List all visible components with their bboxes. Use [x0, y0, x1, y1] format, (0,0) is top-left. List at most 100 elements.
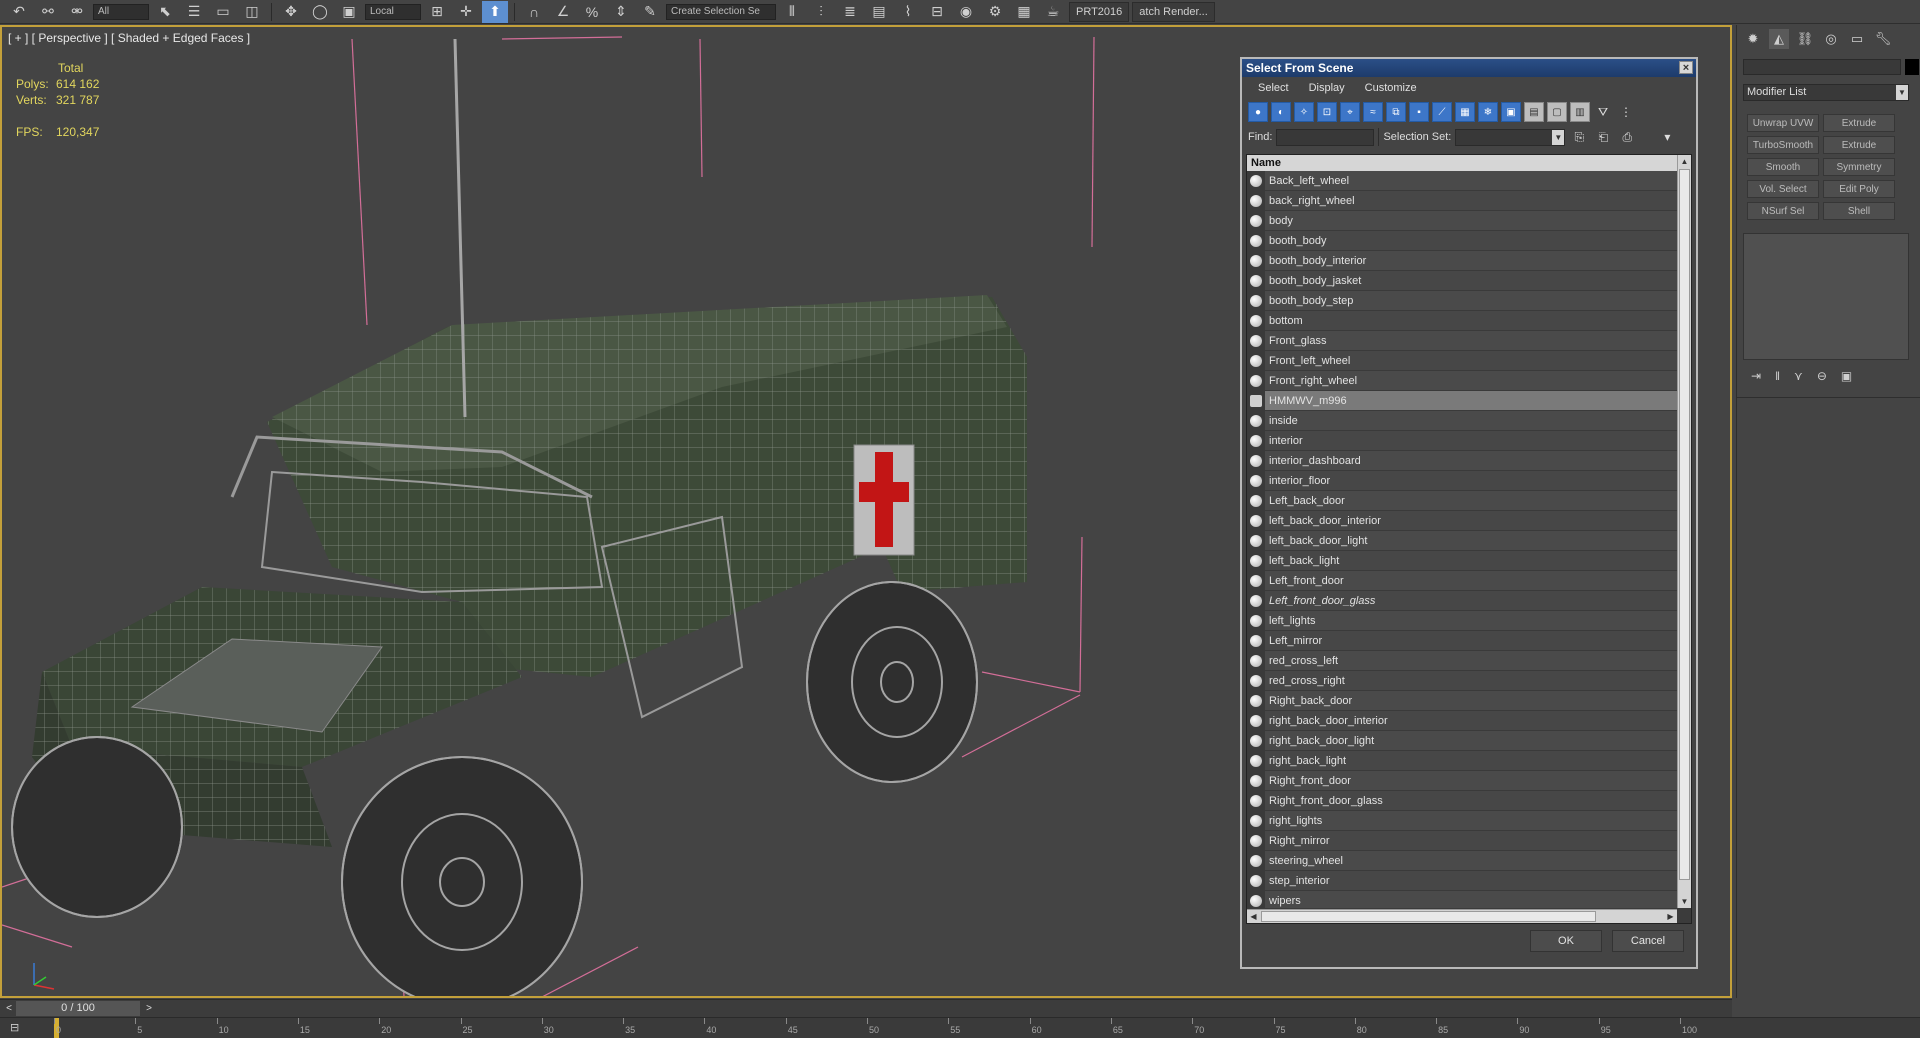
mini-curve-editor-icon[interactable]: ⊟	[10, 1021, 30, 1035]
symmetry-button[interactable]: Symmetry	[1823, 158, 1895, 176]
list-item[interactable]: Left_front_door	[1247, 570, 1677, 591]
align-icon[interactable]: ⫶	[808, 1, 834, 23]
display-hidden-icon[interactable]: ▣	[1501, 102, 1521, 122]
list-item[interactable]: booth_body_interior	[1247, 250, 1677, 271]
batch-render-button[interactable]: atch Render...	[1132, 1, 1215, 22]
list-item[interactable]: left_back_door_interior	[1247, 510, 1677, 531]
mirror-icon[interactable]: ⫴	[779, 1, 805, 23]
filter-icon[interactable]: ⛛	[1593, 102, 1613, 122]
menu-customize[interactable]: Customize	[1365, 82, 1417, 94]
list-item[interactable]: Right_front_door	[1247, 770, 1677, 791]
vertical-scrollbar[interactable]: ▲ ▼	[1677, 155, 1691, 908]
layer-manager-icon[interactable]: ≣	[837, 1, 863, 23]
modify-tab-icon[interactable]: ◭	[1769, 29, 1789, 49]
undo-icon[interactable]: ↶	[6, 1, 32, 23]
configure-sets-icon[interactable]: ▣	[1841, 369, 1852, 383]
horizontal-scrollbar[interactable]: ◀ ▶	[1247, 909, 1677, 923]
hierarchy-tab-icon[interactable]: ⛓	[1795, 29, 1815, 49]
spinner-snap-icon[interactable]: ⇕	[608, 1, 634, 23]
display-cameras-icon[interactable]: ⊡	[1317, 102, 1337, 122]
list-item[interactable]: right_back_light	[1247, 750, 1677, 771]
vol-select-button[interactable]: Vol. Select	[1747, 180, 1819, 198]
material-editor-icon[interactable]: ◉	[953, 1, 979, 23]
edit-poly-button[interactable]: Edit Poly	[1823, 180, 1895, 198]
list-item[interactable]: Back_left_wheel	[1247, 171, 1677, 191]
frame-indicator[interactable]: 0 / 100	[16, 1001, 140, 1016]
select-object-icon[interactable]: ⬉	[152, 1, 178, 23]
scale-icon[interactable]: ▣	[336, 1, 362, 23]
display-tab-icon[interactable]: ▭	[1847, 29, 1867, 49]
list-item[interactable]: Right_front_door_glass	[1247, 790, 1677, 811]
cancel-button[interactable]: Cancel	[1612, 930, 1684, 952]
options-chevron-icon[interactable]: ▾	[1657, 127, 1677, 147]
modifier-stack[interactable]	[1743, 233, 1909, 360]
selection-filter-dropdown[interactable]: All	[93, 3, 149, 20]
list-item[interactable]: left_back_light	[1247, 550, 1677, 571]
select-invert-icon[interactable]: ▥	[1570, 102, 1590, 122]
render-setup-icon[interactable]: ⚙	[982, 1, 1008, 23]
ribbon-icon[interactable]: ▤	[866, 1, 892, 23]
object-list-body[interactable]: Back_left_wheel back_right_wheel body booth…	[1247, 171, 1677, 908]
ok-button[interactable]: OK	[1530, 930, 1602, 952]
list-item[interactable]: interior_dashboard	[1247, 450, 1677, 471]
pin-stack-icon[interactable]: ⇥	[1751, 369, 1761, 383]
list-item[interactable]: booth_body	[1247, 230, 1677, 251]
object-name-field[interactable]	[1743, 59, 1901, 75]
extrude-button-2[interactable]: Extrude	[1823, 136, 1895, 154]
next-frame-button[interactable]: >	[142, 1001, 156, 1016]
make-unique-icon[interactable]: ⋎	[1794, 369, 1803, 383]
scene-object-list[interactable]: Name Back_left_wheel back_right_wheel body…	[1246, 154, 1692, 924]
scroll-up-icon[interactable]: ▲	[1678, 155, 1691, 168]
list-item[interactable]: Front_glass	[1247, 330, 1677, 351]
unwrap-uvw-button[interactable]: Unwrap UVW	[1747, 114, 1819, 132]
find-input[interactable]	[1276, 128, 1375, 146]
select-by-name-icon[interactable]: ☰	[181, 1, 207, 23]
turbosmooth-button[interactable]: TurboSmooth	[1747, 136, 1819, 154]
keyboard-shortcut-icon[interactable]: ⬆	[482, 0, 508, 23]
display-xrefs-icon[interactable]: ▪	[1409, 102, 1429, 122]
object-color-swatch[interactable]	[1905, 59, 1919, 75]
list-item[interactable]: steering_wheel	[1247, 850, 1677, 871]
list-item[interactable]: step_interior	[1247, 870, 1677, 891]
list-item[interactable]: Left_mirror	[1247, 630, 1677, 651]
list-item[interactable]: interior_floor	[1247, 470, 1677, 491]
display-frozen-icon[interactable]: ❄	[1478, 102, 1498, 122]
render-frame-icon[interactable]: ▦	[1011, 1, 1037, 23]
select-all-icon[interactable]: ▤	[1524, 102, 1544, 122]
list-item[interactable]: right_back_door_light	[1247, 730, 1677, 751]
display-shapes-icon[interactable]: ◐	[1271, 102, 1291, 122]
menu-select[interactable]: Select	[1258, 82, 1289, 94]
smooth-button[interactable]: Smooth	[1747, 158, 1819, 176]
scroll-left-icon[interactable]: ◀	[1247, 910, 1260, 923]
display-helpers-icon[interactable]: ⌖	[1340, 102, 1360, 122]
chevron-down-icon[interactable]: ▼	[1552, 129, 1565, 145]
display-lights-icon[interactable]: ✧	[1294, 102, 1314, 122]
shell-button[interactable]: Shell	[1823, 202, 1895, 220]
angle-snap-icon[interactable]: ∠	[550, 1, 576, 23]
list-item[interactable]: Front_right_wheel	[1247, 370, 1677, 391]
list-item[interactable]: booth_body_jasket	[1247, 270, 1677, 291]
create-tab-icon[interactable]: ✹	[1743, 29, 1763, 49]
reference-coordinate-dropdown[interactable]: Local	[365, 3, 421, 20]
snap-toggle-icon[interactable]: ∩	[521, 1, 547, 23]
extrude-button[interactable]: Extrude	[1823, 114, 1895, 132]
edit-named-sel-icon[interactable]: ✎	[637, 1, 663, 23]
rotate-icon[interactable]: ◯	[307, 1, 333, 23]
motion-tab-icon[interactable]: ◎	[1821, 29, 1841, 49]
list-item[interactable]: bottom	[1247, 310, 1677, 331]
list-item[interactable]: Left_back_door	[1247, 490, 1677, 511]
selection-set-dropdown[interactable]: ▼	[1455, 128, 1566, 146]
chevron-down-icon[interactable]: ▼	[1896, 85, 1908, 100]
prev-frame-button[interactable]: <	[2, 1001, 16, 1016]
list-item[interactable]: body	[1247, 210, 1677, 231]
close-icon[interactable]: ×	[1679, 61, 1693, 74]
window-crossing-icon[interactable]: ◫	[239, 1, 265, 23]
render-icon[interactable]: ☕	[1040, 1, 1066, 23]
curve-editor-icon[interactable]: ⌇	[895, 1, 921, 23]
list-item[interactable]: wipers	[1247, 890, 1677, 908]
nsurf-sel-button[interactable]: NSurf Sel	[1747, 202, 1819, 220]
list-item[interactable]: inside	[1247, 410, 1677, 431]
link-icon[interactable]: ⚯	[35, 1, 61, 23]
name-column-header[interactable]: Name	[1247, 155, 1677, 171]
create-selset-icon[interactable]: ⎘	[1569, 127, 1589, 147]
